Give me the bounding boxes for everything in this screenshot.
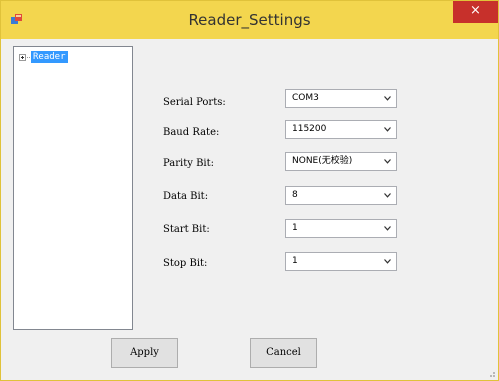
tree-connector: [27, 56, 30, 58]
start-bit-select[interactable]: 1: [285, 219, 397, 238]
close-icon: ×: [470, 3, 481, 18]
start-bit-value: 1: [292, 223, 298, 233]
stop-bit-value: 1: [292, 256, 298, 266]
tree-node-label[interactable]: Reader: [31, 51, 68, 63]
chevron-down-icon: [384, 226, 391, 231]
serial-ports-label: Serial Ports:: [163, 97, 226, 108]
data-bit-select[interactable]: 8: [285, 186, 397, 205]
baud-rate-select[interactable]: 115200: [285, 120, 397, 139]
parity-bit-value: NONE(无校验): [292, 156, 353, 166]
client-area: Reader Serial Ports: COM3 Baud Rate: 115…: [8, 39, 492, 373]
stop-bit-select[interactable]: 1: [285, 252, 397, 271]
window-title: Reader_Settings: [188, 11, 311, 29]
data-bit-label: Data Bit:: [163, 191, 209, 202]
chevron-down-icon: [384, 127, 391, 132]
chevron-down-icon: [384, 96, 391, 101]
resize-grip-icon[interactable]: [486, 368, 496, 378]
apply-button[interactable]: Apply: [111, 338, 178, 368]
parity-bit-select[interactable]: NONE(无校验): [285, 152, 397, 171]
start-bit-label: Start Bit:: [163, 224, 210, 235]
settings-tree[interactable]: Reader: [13, 46, 133, 330]
chevron-down-icon: [384, 259, 391, 264]
baud-rate-label: Baud Rate:: [163, 127, 220, 138]
tree-node-reader[interactable]: Reader: [19, 51, 68, 63]
chevron-down-icon: [384, 159, 391, 164]
parity-bit-label: Parity Bit:: [163, 158, 215, 169]
baud-rate-value: 115200: [292, 124, 327, 134]
serial-ports-select[interactable]: COM3: [285, 89, 397, 108]
stop-bit-label: Stop Bit:: [163, 258, 208, 269]
chevron-down-icon: [384, 193, 391, 198]
plus-icon[interactable]: [19, 53, 26, 61]
close-button[interactable]: ×: [453, 1, 498, 23]
serial-ports-value: COM3: [292, 93, 319, 103]
data-bit-value: 8: [292, 190, 298, 200]
title-bar[interactable]: Reader_Settings ×: [1, 1, 498, 39]
cancel-button[interactable]: Cancel: [250, 338, 317, 368]
settings-window: Reader_Settings × Reader Serial Ports: C…: [0, 0, 499, 381]
